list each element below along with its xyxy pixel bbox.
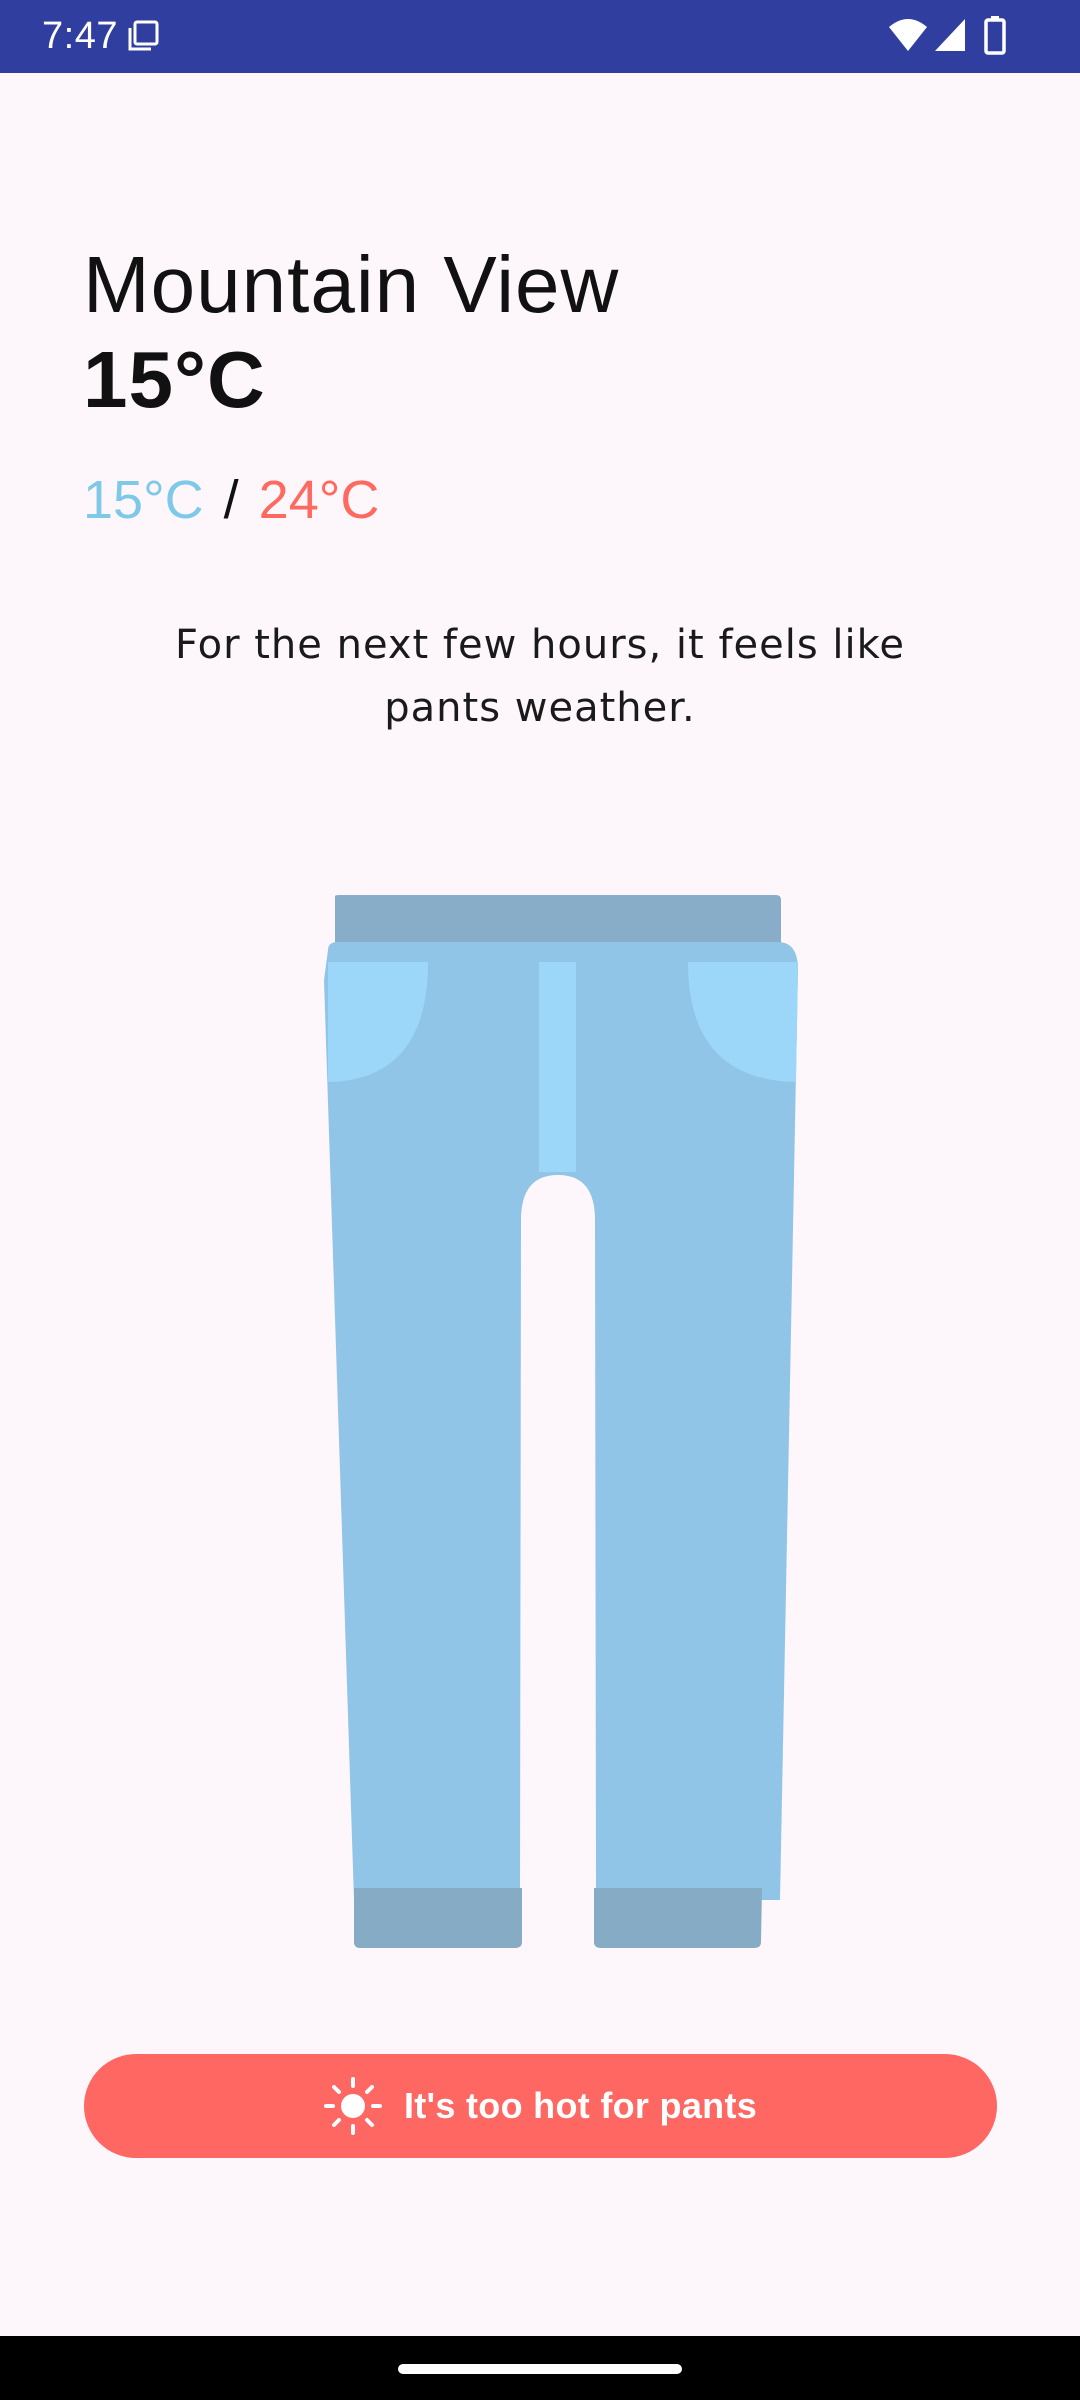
- clipboard-icon: [128, 20, 159, 51]
- sun-icon: [323, 2077, 382, 2135]
- pants-fly: [539, 962, 576, 1172]
- high-temperature: 24°C: [258, 470, 380, 530]
- left-cuff: [354, 1888, 522, 1948]
- too-hot-button-label: It's too hot for pants: [403, 2085, 758, 2126]
- too-hot-button[interactable]: It's too hot for pants: [84, 2054, 997, 2158]
- status-time: 7:47: [42, 15, 118, 57]
- status-bar: 7:47: [0, 0, 1080, 73]
- range-separator: /: [223, 470, 239, 530]
- temperature-range: 15°C / 24°C: [83, 468, 379, 532]
- forecast-message: For the next few hours, it feels like pa…: [175, 622, 905, 731]
- city-name: Mountain View: [83, 240, 620, 329]
- pants-icon: [324, 895, 798, 1948]
- battery-icon: [984, 16, 1006, 55]
- wifi-icon: [889, 19, 927, 51]
- current-temperature: 15°C: [83, 335, 266, 424]
- low-temperature: 15°C: [83, 470, 204, 530]
- home-gesture-handle[interactable]: [398, 2364, 682, 2374]
- right-cuff: [594, 1888, 762, 1948]
- signal-icon: [935, 19, 965, 51]
